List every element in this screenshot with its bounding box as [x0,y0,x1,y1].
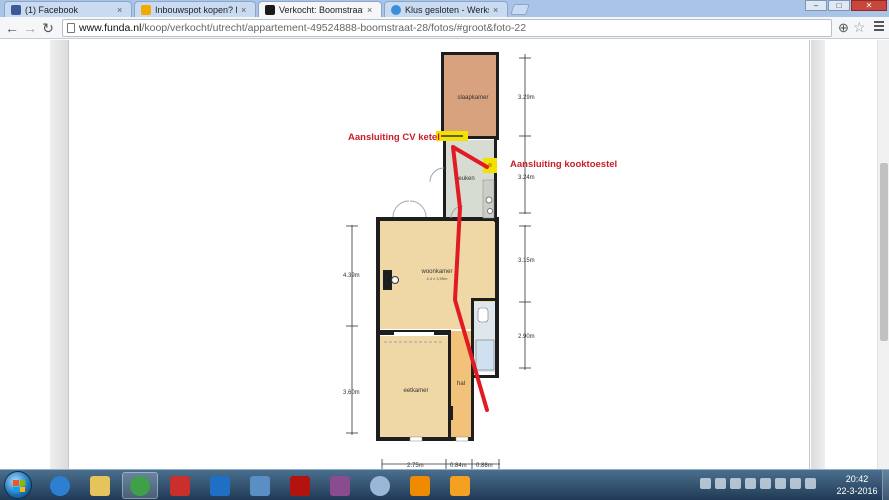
label-woonkamer: woonkamer [420,269,452,275]
new-tab-button[interactable] [510,4,530,15]
label-slaapkamer: slaapkamer [457,95,488,101]
scrollbar-thumb[interactable] [880,163,888,341]
vertical-scrollbar[interactable] [877,40,889,469]
dim-right-1: 3.29m [518,95,535,101]
sketchup-icon [170,475,190,496]
clock-time: 20:42 [845,474,869,484]
acrobat-icon [290,475,310,496]
file-explorer-icon [90,475,110,496]
taskbar-vlc[interactable] [402,472,438,499]
menu-icon[interactable] [874,21,884,33]
close-icon[interactable]: × [117,5,125,15]
tray-icon[interactable] [745,478,756,489]
taskbar-file-explorer[interactable] [82,472,118,499]
annotation-cv-ketel: Aansluiting CV ketel [348,132,440,143]
url-text[interactable]: www.funda.nl/koop/verkocht/utrecht/appar… [79,22,526,34]
taskbar-winrar[interactable] [322,472,358,499]
bookmark-star-icon[interactable]: ☆ [853,19,866,36]
media-player-icon [450,475,470,496]
shower [475,339,495,371]
facebook-icon [11,4,21,15]
reload-button[interactable]: ↻ [40,20,56,36]
taskbar-sketchup[interactable] [162,472,198,499]
dim-left-1: 4.39m [343,273,360,279]
taskbar-chrome[interactable] [122,472,158,499]
label-hal: hal [457,381,465,387]
kitchen-sink [485,196,493,204]
zoom-icon[interactable]: ⊕ [838,20,849,36]
taskbar-internet-explorer[interactable] [42,472,78,499]
tray-icon[interactable] [700,478,711,489]
outlook-icon [210,475,230,496]
flag-icon[interactable] [790,478,801,489]
address-bar[interactable]: www.funda.nl/koop/verkocht/utrecht/appar… [62,19,832,37]
stove-burner [487,208,493,214]
taskbar-remote-desktop[interactable] [242,472,278,499]
label-eetkamer: eetkamer [403,388,428,394]
window-controls: – □ ✕ [805,0,887,11]
tab-title: Klus gesloten - Werkspot [405,4,489,15]
tray-icon[interactable] [730,478,741,489]
show-desktop-button[interactable] [882,470,889,500]
werkspot-icon [391,4,401,15]
funda-icon [265,4,275,15]
itunes-icon [370,475,390,496]
tab-inbouwspot[interactable]: Inbouwspot kopen? Bekij × [134,1,256,17]
dim-right-3: 3.15m [518,258,535,264]
tab-werkspot[interactable]: Klus gesloten - Werkspot × [384,1,508,17]
toilet [477,307,489,323]
clock-date: 22-3-2016 [836,486,878,496]
browser-toolbar: ← → ↻ www.funda.nl/koop/verkocht/utrecht… [0,17,889,39]
taskbar-outlook[interactable] [202,472,238,499]
site-icon [141,4,151,15]
taskbar-acrobat[interactable] [282,472,318,499]
tab-funda[interactable]: Verkocht: Boomstraat 28 × [258,1,382,17]
network-icon[interactable] [760,478,771,489]
tab-facebook[interactable]: (1) Facebook × [4,1,132,17]
close-icon[interactable]: × [493,5,501,15]
tab-title: Verkocht: Boomstraat 28 [279,4,363,15]
dim-right-4: 2.90m [518,334,535,340]
maximize-button[interactable]: □ [828,0,850,11]
power-icon[interactable] [805,478,816,489]
remote-desktop-icon [250,475,270,496]
page-content: slaapkamer keuken woonkamer 4,4 x 3,95m … [0,40,877,469]
page-icon [67,23,75,33]
vlc-icon [410,475,430,496]
close-window-button[interactable]: ✕ [851,0,887,11]
internet-explorer-icon [50,475,70,496]
annotation-kooktoestel: Aansluiting kooktoestel [510,159,618,170]
fireplace-icon [391,276,399,284]
winrar-icon [330,475,350,496]
taskbar-clock[interactable]: 20:42 22-3-2016 [834,473,880,497]
label-woonkamer-sub: 4,4 x 3,95m [427,276,449,281]
tab-strip: (1) Facebook × Inbouwspot kopen? Bekij ×… [0,0,889,17]
windows-taskbar: 20:42 22-3-2016 [0,469,889,500]
tab-title: Inbouwspot kopen? Bekij [155,4,237,15]
close-icon[interactable]: × [367,5,375,15]
back-button[interactable]: ← [4,20,20,36]
taskbar-itunes[interactable] [362,472,398,499]
url-domain: www.funda.nl [79,22,142,34]
system-tray [700,478,816,489]
tab-title: (1) Facebook [25,4,79,15]
start-button[interactable] [4,471,32,499]
forward-button[interactable]: → [22,20,38,36]
dim-right-2: 3.24m [518,175,535,181]
windows-logo-icon [13,480,25,492]
close-icon[interactable]: × [241,5,249,15]
taskbar-media-player[interactable] [442,472,478,499]
chrome-icon [130,475,150,496]
volume-icon[interactable] [775,478,786,489]
room-eetkamer [379,336,449,438]
url-path: /koop/verkocht/utrecht/appartement-49524… [141,22,527,34]
minimize-button[interactable]: – [805,0,827,11]
tray-icon[interactable] [715,478,726,489]
dim-left-2: 3.60m [343,390,360,396]
floorplan: slaapkamer keuken woonkamer 4,4 x 3,95m … [343,52,535,469]
